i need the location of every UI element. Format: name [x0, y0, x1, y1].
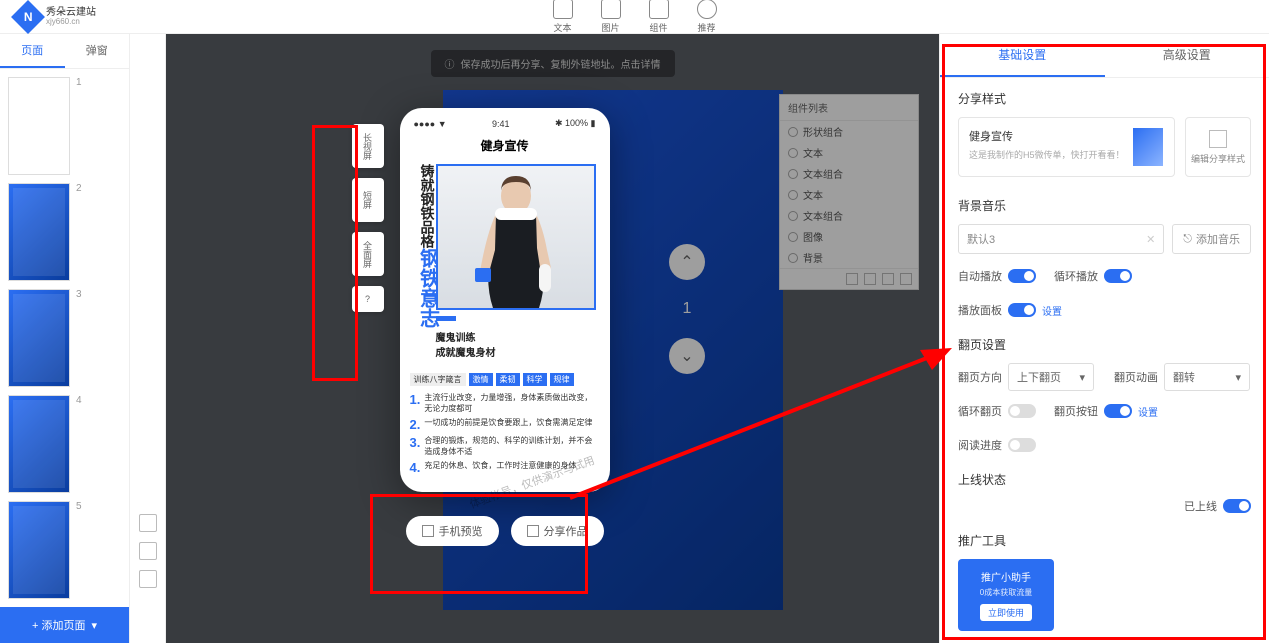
- page-btn-toggle[interactable]: [1104, 404, 1132, 418]
- layer-item[interactable]: 文本组合: [780, 163, 918, 184]
- autoplay-toggle[interactable]: [1008, 269, 1036, 283]
- recommend-tool[interactable]: 推荐: [697, 0, 717, 34]
- add-page-button[interactable]: + 添加页面▾: [0, 607, 129, 643]
- music-select[interactable]: 默认3✕: [958, 224, 1164, 254]
- settings-link[interactable]: 设置: [1138, 404, 1158, 419]
- toast: ⓘ 保存成功后再分享、复制外链地址。点击详情: [431, 50, 675, 77]
- section-promo: 推广工具: [958, 532, 1251, 549]
- page-direction-select[interactable]: 上下翻页▾: [1008, 363, 1094, 391]
- layer-item[interactable]: 文本: [780, 142, 918, 163]
- upload-icon: ⎋: [1183, 233, 1192, 246]
- share-icon: [527, 525, 539, 537]
- edit-share-style-button[interactable]: 编辑分享样式: [1185, 117, 1251, 177]
- component-tool[interactable]: 组件: [649, 0, 669, 34]
- qr-icon: [422, 525, 434, 537]
- eye-icon[interactable]: [788, 211, 798, 221]
- section-share: 分享样式: [958, 90, 1251, 107]
- grid-icon[interactable]: [139, 514, 157, 532]
- phone-preview-button[interactable]: 手机预览: [406, 516, 499, 546]
- logo: N 秀朵云建站 xjy660.cn: [16, 5, 96, 29]
- section-music: 背景音乐: [958, 197, 1251, 214]
- phone-title: 健身宣传: [410, 131, 600, 160]
- add-music-button[interactable]: ⎋添加音乐: [1172, 224, 1251, 254]
- size-tab[interactable]: 短屏: [352, 178, 384, 222]
- settings-link[interactable]: 设置: [1042, 303, 1062, 318]
- phone-preview: ●●●● ▼9:41✱ 100% ▮ 健身宣传 铸就钢铁品格钢铁意志: [400, 108, 610, 492]
- page-anim-select[interactable]: 翻转▾: [1164, 363, 1250, 391]
- tab-basic-settings[interactable]: 基础设置: [940, 34, 1105, 77]
- tab-popups[interactable]: 弹窗: [65, 34, 130, 68]
- page-thumbs: 1 2 3 4 5: [0, 69, 129, 607]
- promo-action-button[interactable]: 立即使用: [980, 604, 1032, 621]
- share-thumb: [1133, 128, 1163, 166]
- thumb-row[interactable]: 4: [8, 395, 121, 493]
- layer-item[interactable]: 背景: [780, 247, 918, 268]
- canvas: ⓘ 保存成功后再分享、复制外链地址。点击详情 ⌃ 1 ⌄ 组件列表 形状组合 文…: [166, 34, 939, 643]
- screen-size-tabs: 长视屏 短屏 全面屏 ?: [352, 124, 384, 312]
- loop-toggle[interactable]: [1104, 269, 1132, 283]
- online-toggle[interactable]: [1223, 499, 1251, 513]
- play-panel-toggle[interactable]: [1008, 303, 1036, 317]
- thumb-row[interactable]: 1: [8, 77, 121, 175]
- thumb-row[interactable]: 3: [8, 289, 121, 387]
- toggle-icon[interactable]: [139, 570, 157, 588]
- topbar: N 秀朵云建站 xjy660.cn 文本 图片 组件 推荐: [0, 0, 1269, 34]
- size-tab[interactable]: 长视屏: [352, 124, 384, 168]
- size-tab[interactable]: 全面屏: [352, 232, 384, 276]
- share-preview-card[interactable]: 健身宣传 这是我制作的H5微传单，快打开看看！: [958, 117, 1175, 177]
- thumb-row[interactable]: 5: [8, 501, 121, 599]
- left-sidebar: 页面 弹窗 1 2 3 4 5 + 添加页面▾: [0, 34, 130, 643]
- page-down-button[interactable]: ⌄: [669, 338, 705, 374]
- numbered-list: 1.主流行业改变，力量增强，身体素质做出改变，无论力度都可 2.一切成功的前提是…: [410, 392, 600, 475]
- read-progress-toggle[interactable]: [1008, 438, 1036, 452]
- eye-icon[interactable]: [788, 169, 798, 179]
- section-pageset: 翻页设置: [958, 336, 1251, 353]
- top-tool-icons: 文本 图片 组件 推荐: [553, 0, 717, 34]
- eye-icon[interactable]: [788, 232, 798, 242]
- size-help[interactable]: ?: [352, 286, 384, 312]
- thumb-tools: [130, 34, 166, 643]
- page-number: 1: [683, 300, 692, 318]
- text-tool[interactable]: 文本: [553, 0, 573, 34]
- promo-card[interactable]: 推广小助手 0成本获取流量 立即使用: [958, 559, 1054, 631]
- page-nav: ⌃ 1 ⌄: [669, 244, 705, 374]
- eye-icon[interactable]: [788, 253, 798, 263]
- tab-pages[interactable]: 页面: [0, 34, 65, 68]
- phone-statusbar: ●●●● ▼9:41✱ 100% ▮: [410, 116, 600, 131]
- share-work-button[interactable]: 分享作品: [511, 516, 604, 546]
- loop-page-toggle[interactable]: [1008, 404, 1036, 418]
- layer-item[interactable]: 文本: [780, 184, 918, 205]
- eye-icon[interactable]: [788, 190, 798, 200]
- tab-advanced-settings[interactable]: 高级设置: [1105, 34, 1269, 77]
- section-online: 上线状态: [958, 471, 1251, 488]
- info-icon: ⓘ: [445, 56, 455, 71]
- layers-panel: 组件列表 形状组合 文本 文本组合 文本 文本组合 图像 背景: [779, 94, 919, 290]
- image-tool[interactable]: 图片: [601, 0, 621, 34]
- layout-icon[interactable]: [139, 542, 157, 560]
- thumb-row[interactable]: 2: [8, 183, 121, 281]
- tag-row: 训练八字箴言 激情 柔韧 科学 规律: [410, 373, 600, 386]
- page-up-button[interactable]: ⌃: [669, 244, 705, 280]
- eye-icon[interactable]: [788, 127, 798, 137]
- layer-item[interactable]: 形状组合: [780, 121, 918, 142]
- eye-icon[interactable]: [788, 148, 798, 158]
- layer-item[interactable]: 文本组合: [780, 205, 918, 226]
- settings-panel: 基础设置 高级设置 分享样式 健身宣传 这是我制作的H5微传单，快打开看看！: [939, 34, 1269, 643]
- edit-icon: [1209, 130, 1227, 148]
- poster-image: [436, 164, 596, 310]
- clear-icon[interactable]: ✕: [1146, 233, 1155, 246]
- layer-item[interactable]: 图像: [780, 226, 918, 247]
